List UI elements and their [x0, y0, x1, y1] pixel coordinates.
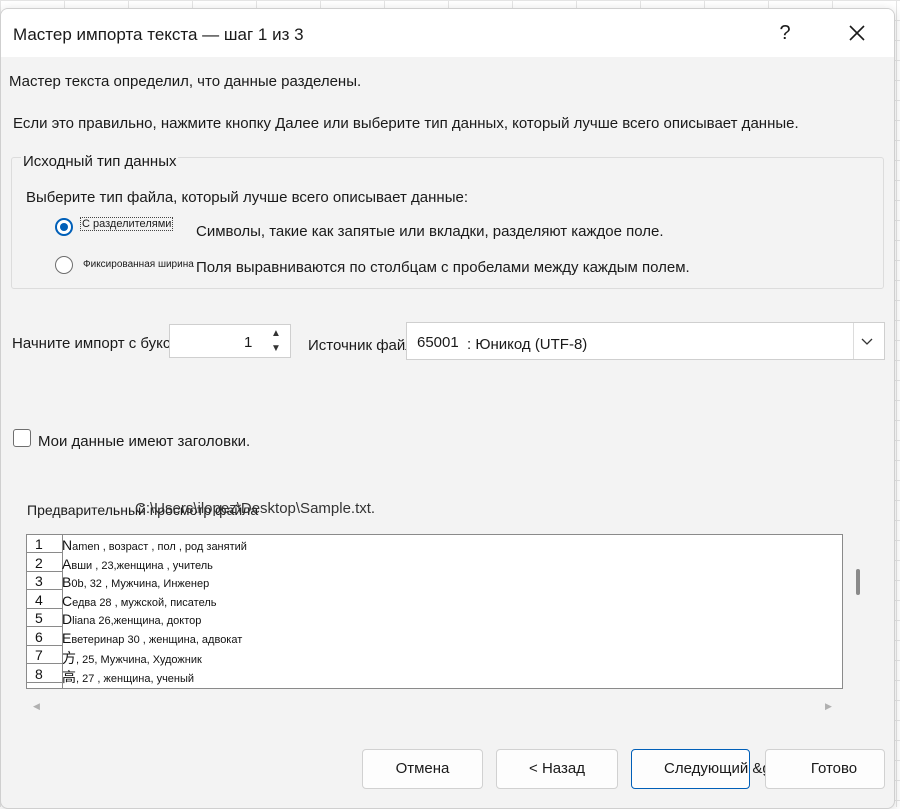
- headers-checkbox[interactable]: [13, 429, 31, 447]
- row-number: 7: [27, 646, 62, 664]
- row-content: 高, 27 , женщина, ученый: [62, 667, 194, 687]
- row-first-char: N: [62, 537, 73, 553]
- row-first-char: A: [62, 555, 72, 572]
- delimited-radio[interactable]: [55, 218, 73, 236]
- table-row: 3 B0b, 32 , Мужчина, Инженер: [27, 572, 842, 591]
- row-number: 4: [27, 591, 62, 609]
- row-text: ветеринар 30 , женщина, адвокат: [71, 633, 243, 646]
- spin-up-button[interactable]: ▲: [264, 327, 288, 341]
- intro-detected-text: Мастер текста определил, что данные разд…: [9, 73, 362, 90]
- row-first-char: D: [62, 611, 73, 627]
- file-origin-select[interactable]: 65001 : Юникод (UTF-8): [406, 322, 885, 360]
- spin-down-button[interactable]: ▼: [264, 342, 288, 356]
- row-first-char: B: [62, 574, 72, 590]
- finish-button[interactable]: Готово: [765, 749, 885, 789]
- start-row-value[interactable]: 1: [244, 334, 252, 351]
- chevron-down-icon: [861, 338, 873, 345]
- chevron-up-icon: ▲: [271, 328, 281, 339]
- table-row: 5 Dliana 26,женщина, доктор: [27, 609, 842, 628]
- source-type-group-label: Исходный тип данных: [21, 153, 179, 170]
- row-text: liana 26,женщина, доктор: [72, 615, 202, 627]
- title-bar: Мастер импорта текста — шаг 1 из 3 ?: [1, 9, 894, 57]
- row-text: вши , 23,женщина , учитель: [71, 559, 213, 572]
- table-row: 6 Eветеринар 30 , женщина, адвокат: [27, 628, 842, 647]
- delimited-option-label[interactable]: С разделителями: [80, 217, 174, 231]
- row-number: 3: [27, 572, 62, 590]
- next-button[interactable]: Следующий &gt;: [631, 749, 779, 789]
- cancel-button[interactable]: Отмена: [362, 749, 483, 789]
- row-number: 8: [27, 665, 62, 683]
- preview-vertical-scrollbar[interactable]: [856, 569, 860, 595]
- row-content: B0b, 32 , Мужчина, Инженер: [62, 574, 209, 590]
- row-number: 1: [27, 535, 62, 553]
- scroll-right-arrow-icon[interactable]: ▶: [825, 701, 832, 712]
- row-text: едва 28 , мужской, писатель: [72, 596, 217, 609]
- file-type-prompt: Выберите тип файла, который лучше всего …: [26, 189, 468, 206]
- close-button[interactable]: [841, 17, 873, 49]
- row-content: Dliana 26,женщина, доктор: [62, 611, 201, 627]
- scroll-left-arrow-icon[interactable]: ◀: [33, 701, 40, 712]
- row-text: amen , возраст , пол , род занятий: [72, 541, 247, 553]
- row-content: Aвши , 23,женщина , учитель: [62, 556, 213, 572]
- intro-instruction-text: Если это правильно, нажмите кнопку Далее…: [13, 115, 799, 132]
- table-row: 2 Aвши , 23,женщина , учитель: [27, 554, 842, 573]
- row-number: 5: [27, 609, 62, 627]
- preview-file-path: C:\Users\ilopez\Desktop\Sample.txt.: [135, 500, 376, 517]
- table-row: 4 Cедва 28 , мужской, писатель: [27, 591, 842, 610]
- row-content: Namen , возраст , пол , род занятий: [62, 537, 247, 553]
- fixed-width-option-description: Поля выравниваются по столбцам с пробела…: [196, 259, 690, 276]
- row-text: , 27 , женщина, ученый: [76, 672, 195, 685]
- row-content: Eветеринар 30 , женщина, адвокат: [62, 630, 242, 646]
- row-first-char: C: [62, 592, 73, 609]
- row-first-char: E: [62, 629, 72, 646]
- row-first-char: 高: [62, 668, 76, 685]
- row-text: 0b, 32 , Мужчина, Инженер: [71, 578, 210, 590]
- table-row: 7 方, 25, Мужчина, Художник: [27, 646, 842, 666]
- delimited-option-description: Символы, такие как запятые или вкладки, …: [196, 223, 664, 240]
- row-content: Cедва 28 , мужской, писатель: [62, 593, 217, 609]
- chevron-down-icon: ▼: [271, 343, 281, 354]
- file-origin-code: 65001: [417, 334, 459, 351]
- table-row: 1 Namen , возраст , пол , род занятий: [27, 535, 842, 554]
- text-import-wizard-dialog: Мастер импорта текста — шаг 1 из 3 ? Мас…: [0, 8, 895, 809]
- row-number: 6: [27, 628, 62, 646]
- combo-divider: [853, 323, 854, 359]
- table-row: 8 高, 27 , женщина, ученый: [27, 665, 842, 687]
- row-number: 2: [27, 554, 62, 572]
- close-icon: [849, 25, 865, 41]
- file-preview-pane[interactable]: 1 Namen , возраст , пол , род занятий 2 Aвш…: [26, 534, 843, 689]
- fixed-width-radio[interactable]: [55, 256, 73, 274]
- dialog-title: Мастер импорта текста — шаг 1 из 3: [13, 25, 304, 44]
- headers-checkbox-label[interactable]: Мои данные имеют заголовки.: [38, 433, 250, 450]
- help-button[interactable]: ?: [769, 17, 801, 49]
- back-button[interactable]: < Назад: [496, 749, 618, 789]
- start-row-stepper[interactable]: 1 ▲ ▼: [169, 324, 291, 358]
- file-origin-value: : Юникод (UTF-8): [467, 336, 588, 353]
- fixed-width-option-label[interactable]: Фиксированная ширина: [83, 259, 194, 270]
